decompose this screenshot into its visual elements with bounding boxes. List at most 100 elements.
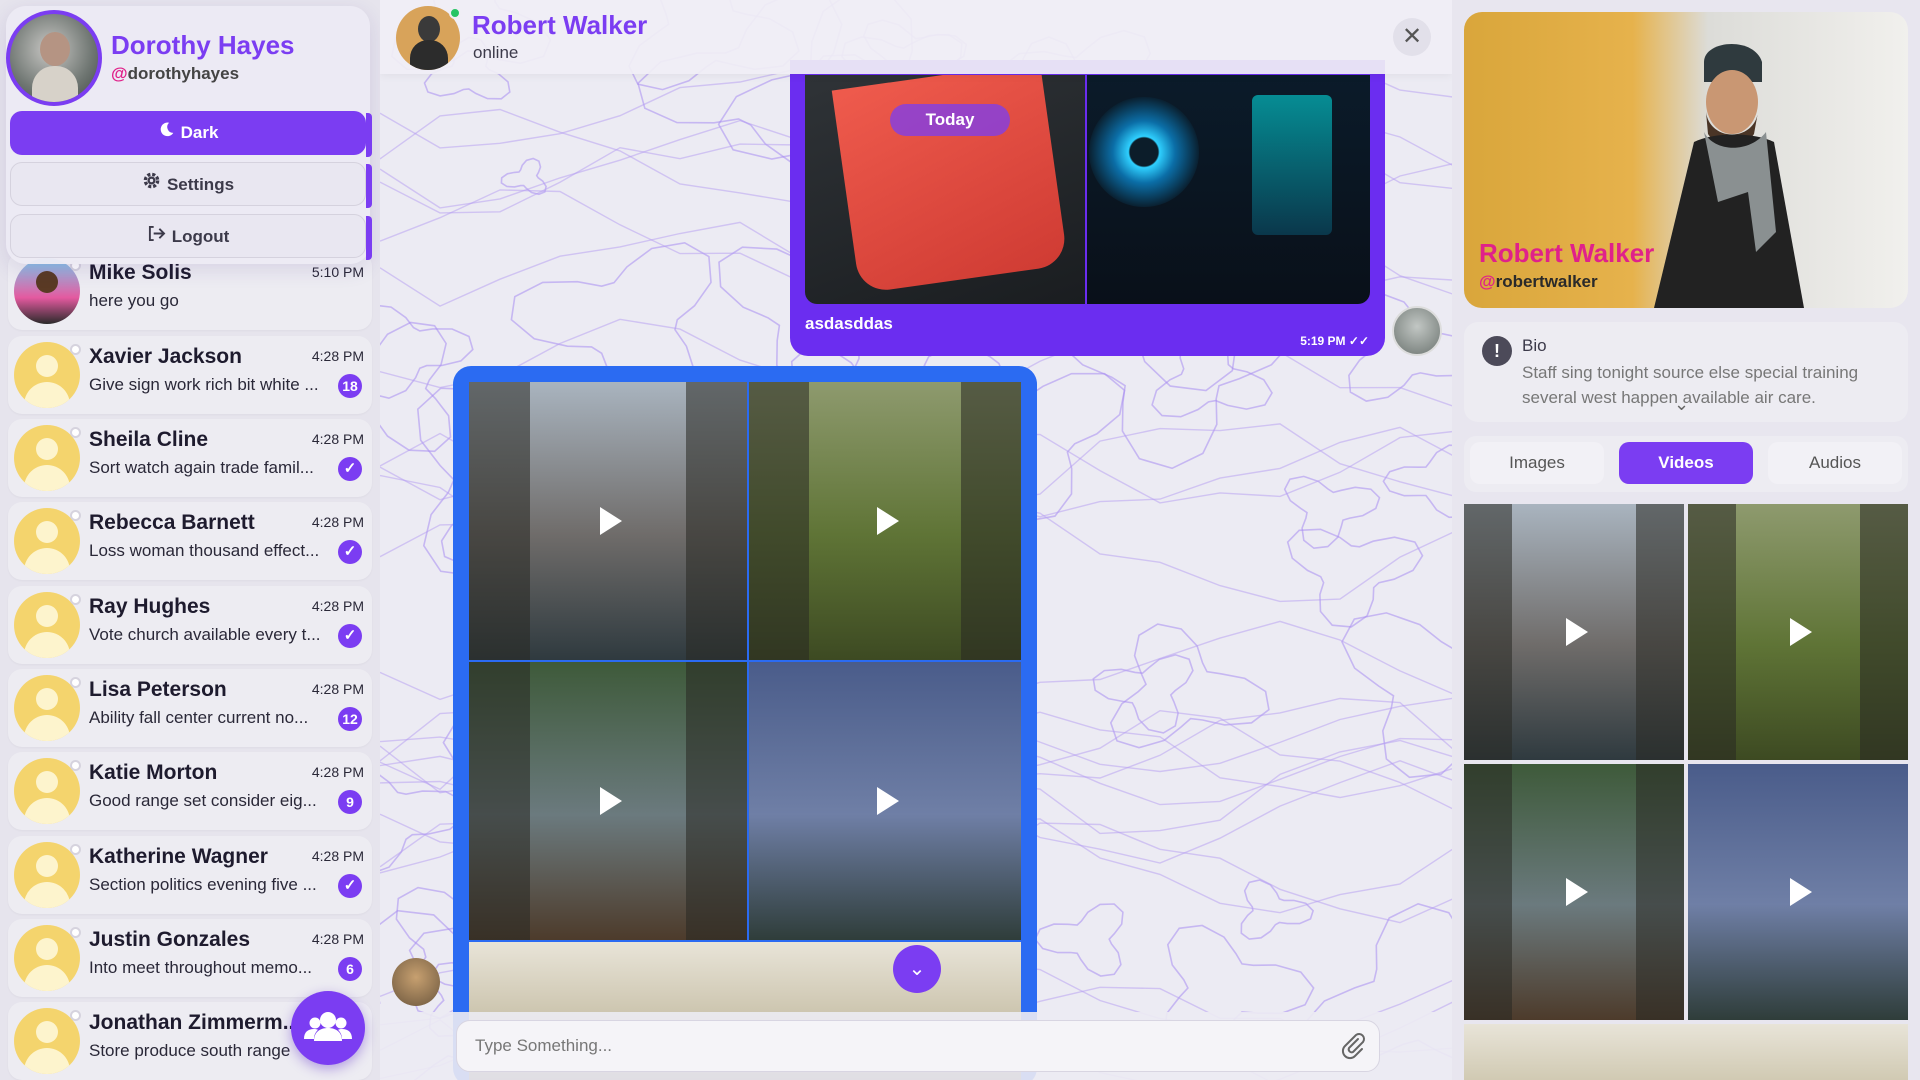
profile-menu: Dorothy Hayes @dorothyhayes Dark Setting…: [6, 6, 370, 264]
video-thumbnail[interactable]: [469, 662, 747, 940]
read-check-badge: ✓: [338, 540, 362, 564]
chat-name: Ray Hughes: [89, 595, 211, 618]
status-dot: [70, 927, 81, 938]
logout-icon: [147, 215, 166, 259]
contact-info-panel: Robert Walker @robertwalker ! Bio Staff …: [1452, 0, 1920, 1080]
user-avatar[interactable]: [6, 10, 102, 106]
chat-list-item[interactable]: Katherine Wagner 4:28 PM Section politics …: [8, 836, 372, 914]
scroll-down-button[interactable]: ⌄: [893, 945, 941, 993]
chat-list-item[interactable]: Rebecca Barnett 4:28 PM Loss woman thousan…: [8, 502, 372, 580]
play-icon: [1790, 618, 1812, 646]
video-thumbnail[interactable]: [1688, 764, 1908, 1020]
chat-time: 4:28 PM: [311, 431, 364, 447]
settings-label: Settings: [166, 175, 235, 194]
chevron-down-icon: ⌄: [908, 958, 926, 980]
status-dot: [70, 427, 81, 438]
chat-list-item[interactable]: Lisa Peterson 4:28 PM Ability fall center …: [8, 669, 372, 747]
chat-time: 5:10 PM: [311, 264, 364, 280]
read-check-badge: ✓: [338, 874, 362, 898]
play-icon: [600, 507, 622, 535]
video-thumbnail[interactable]: [1688, 504, 1908, 760]
chat-time: 4:28 PM: [311, 764, 364, 780]
video-thumbnail[interactable]: [469, 382, 747, 660]
chat-name: Mike Solis: [89, 261, 192, 284]
chat-time: 4:28 PM: [311, 848, 364, 864]
contact-status: online: [473, 43, 519, 62]
new-group-button[interactable]: [291, 991, 365, 1065]
settings-button[interactable]: Settings: [10, 162, 366, 206]
moon-icon: [158, 111, 175, 155]
chat-time: 4:28 PM: [311, 681, 364, 697]
chat-name: Sheila Cline: [89, 428, 209, 451]
video-thumbnail[interactable]: [1464, 504, 1684, 760]
chat-preview: Vote church available every t...: [89, 625, 321, 644]
chat-preview: here you go: [89, 291, 179, 310]
chat-list-item[interactable]: Xavier Jackson 4:28 PM Give sign work rich…: [8, 336, 372, 414]
double-check-icon: ✓✓: [1348, 334, 1369, 348]
received-video-message[interactable]: [453, 366, 1037, 1080]
sender-avatar: [392, 958, 440, 1006]
image-thumbnail[interactable]: [1087, 75, 1370, 304]
chat-name: Justin Gonzales: [89, 928, 251, 951]
sender-avatar: [1392, 306, 1442, 356]
user-name: Dorothy Hayes: [111, 30, 295, 60]
video-thumbnail[interactable]: [1464, 1024, 1908, 1080]
status-dot: [70, 844, 81, 855]
dark-mode-button[interactable]: Dark: [10, 111, 366, 155]
status-dot: [70, 344, 81, 355]
chat-time: 4:28 PM: [311, 598, 364, 614]
menu-edge-accent: [366, 164, 372, 208]
unread-count-badge: 6: [338, 957, 362, 981]
chat-time: 4:28 PM: [311, 348, 364, 364]
message-time: 5:19 PM ✓✓: [1300, 334, 1369, 348]
play-icon: [1566, 618, 1588, 646]
status-dot: [70, 510, 81, 521]
read-check-badge: ✓: [338, 624, 362, 648]
menu-edge-accent: [366, 216, 372, 260]
user-handle: @dorothyhayes: [111, 64, 240, 83]
message-text: asdasddas: [805, 314, 893, 333]
play-icon: [1566, 878, 1588, 906]
chat-header: Robert Walker online ✕: [380, 0, 1452, 74]
chat-name: Rebecca Barnett: [89, 511, 255, 534]
menu-edge-accent: [366, 113, 372, 157]
read-check-badge: ✓: [338, 457, 362, 481]
chat-name: Jonathan Zimmerm...: [89, 1011, 299, 1034]
gear-icon: [142, 163, 161, 207]
video-thumbnail[interactable]: [749, 662, 1021, 940]
status-dot: [70, 594, 81, 605]
sent-image-message[interactable]: asdasddas 5:19 PM ✓✓: [790, 60, 1385, 356]
chat-preview: Into meet throughout memo...: [89, 958, 313, 977]
chat-list-item[interactable]: Justin Gonzales 4:28 PM Into meet througho…: [8, 919, 372, 997]
status-dot: [70, 1010, 81, 1021]
chat-name: Katie Morton: [89, 761, 218, 784]
status-dot: [70, 677, 81, 688]
chat-area: asdasddas 5:19 PM ✓✓ Today ⌄ Robert Walk…: [380, 0, 1452, 1080]
chat-name: Xavier Jackson: [89, 345, 242, 368]
contact-name[interactable]: Robert Walker: [472, 10, 647, 41]
message-input[interactable]: [456, 1020, 1380, 1072]
logout-button[interactable]: Logout: [10, 214, 366, 258]
close-chat-button[interactable]: ✕: [1393, 18, 1431, 56]
chat-list-item[interactable]: Katie Morton 4:28 PM Good range set consid…: [8, 752, 372, 830]
chat-preview: Loss woman thousand effect...: [89, 541, 320, 560]
play-icon: [877, 507, 899, 535]
date-pill: Today: [890, 104, 1010, 136]
chat-preview: Sort watch again trade famil...: [89, 458, 314, 477]
chat-preview: Good range set consider eig...: [89, 791, 317, 810]
paperclip-icon[interactable]: [1340, 1030, 1366, 1060]
logout-label: Logout: [171, 227, 230, 246]
chat-preview: Section politics evening five ...: [89, 875, 317, 894]
unread-count-badge: 12: [338, 707, 362, 731]
dark-mode-label: Dark: [180, 123, 219, 142]
close-icon: ✕: [1401, 23, 1423, 50]
chat-list-item[interactable]: Sheila Cline 4:28 PM Sort watch again trad…: [8, 419, 372, 497]
video-thumbnail[interactable]: [1464, 764, 1684, 1020]
play-icon: [1790, 878, 1812, 906]
composer: [380, 1012, 1452, 1080]
chat-name: Lisa Peterson: [89, 678, 227, 701]
unread-count-badge: 9: [338, 790, 362, 814]
video-thumbnail[interactable]: [749, 382, 1021, 660]
unread-count-badge: 18: [338, 374, 362, 398]
chat-list-item[interactable]: Ray Hughes 4:28 PM Vote church available e…: [8, 586, 372, 664]
